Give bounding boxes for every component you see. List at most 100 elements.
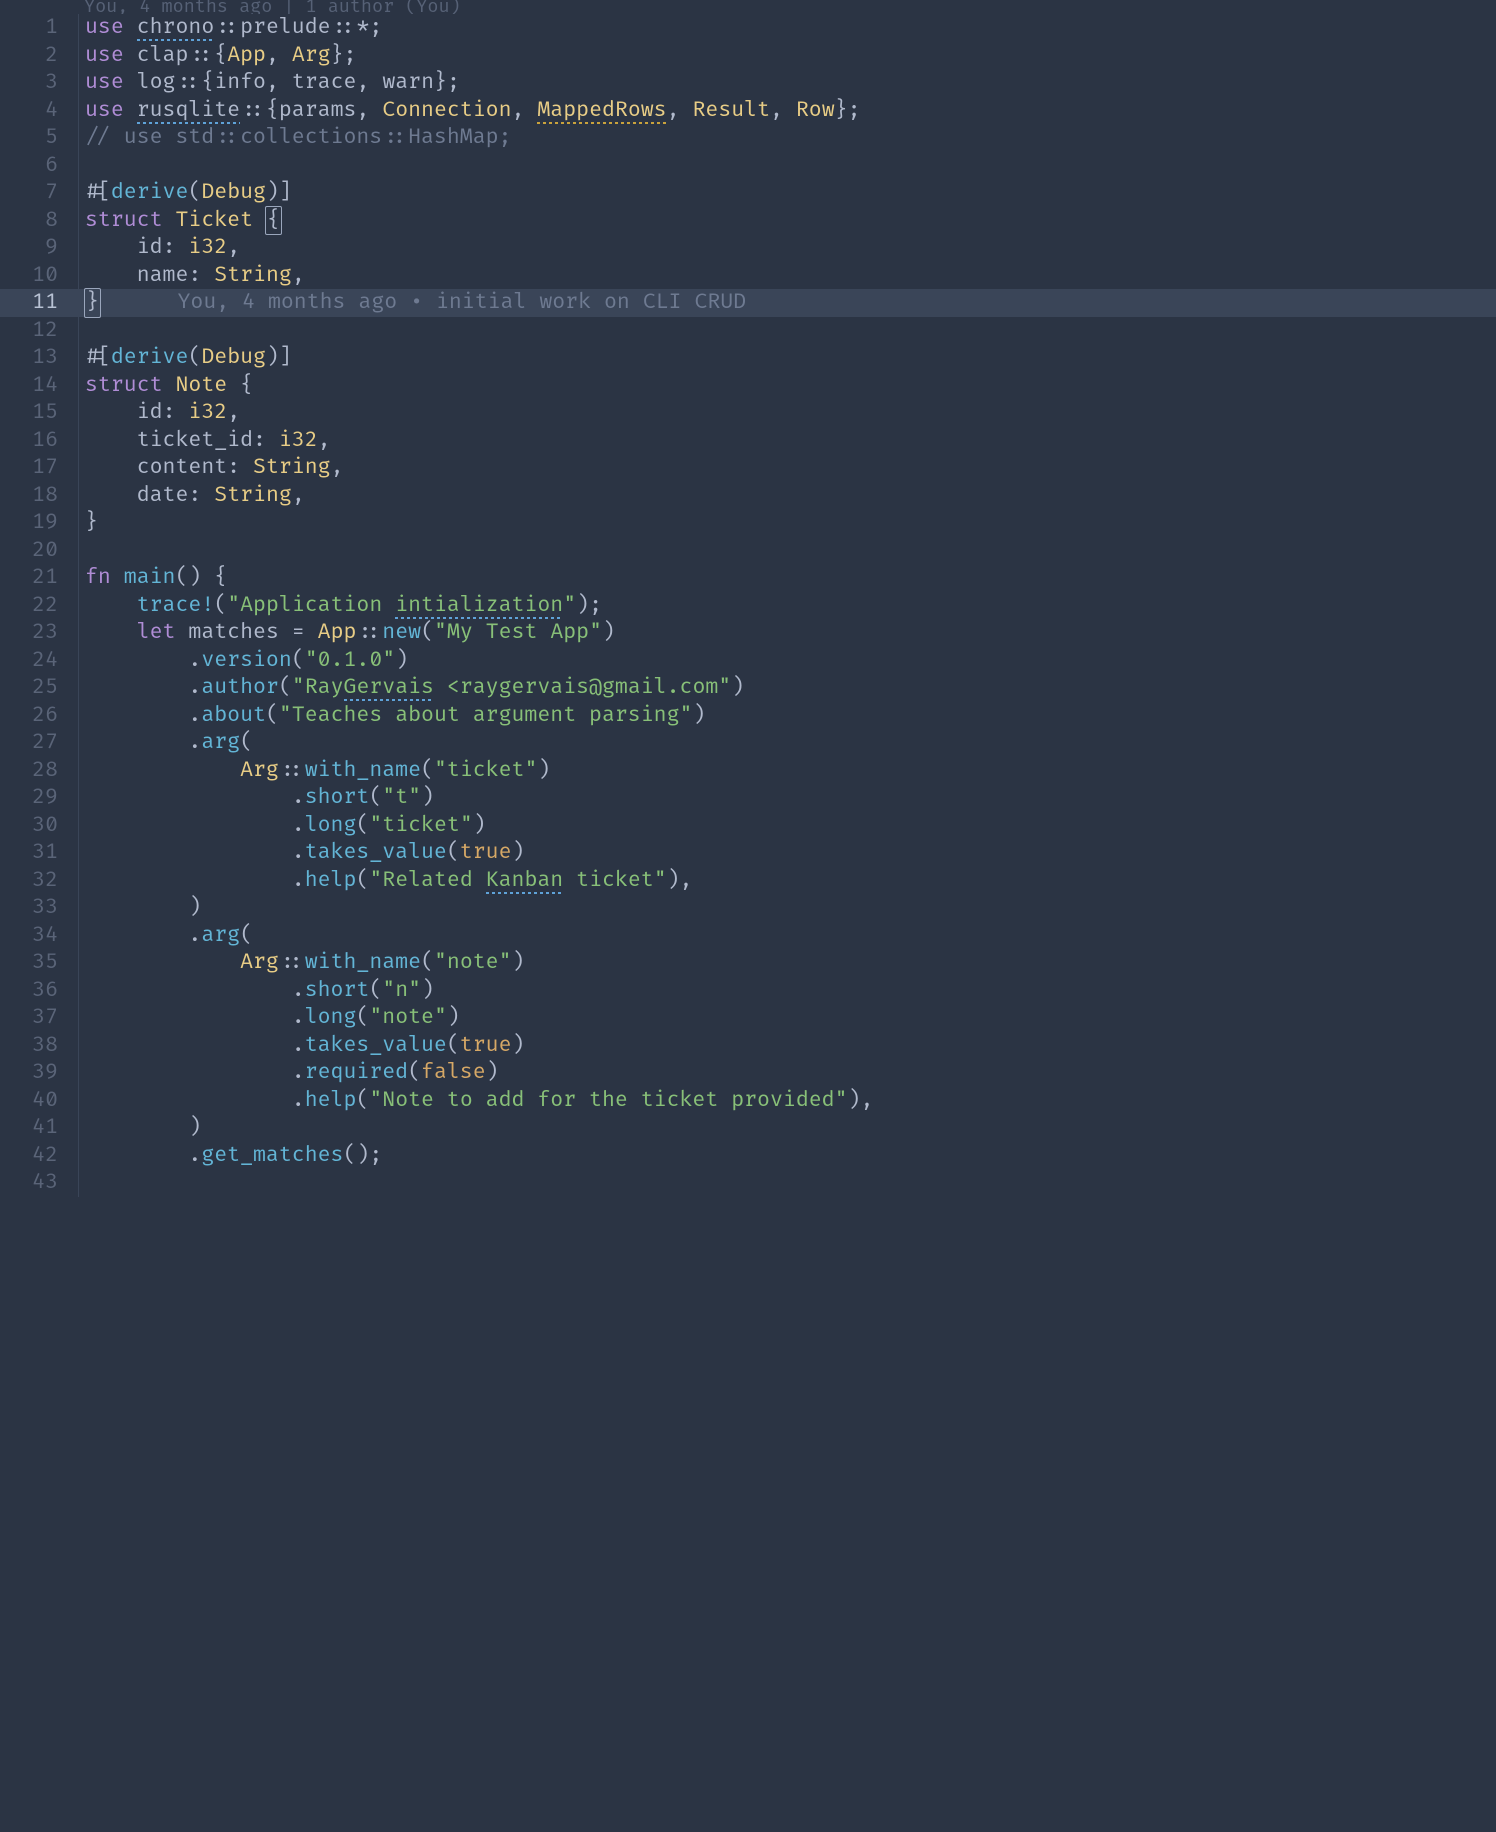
code-content[interactable]: struct Note {: [85, 372, 1496, 400]
code-line[interactable]: 6: [0, 152, 1496, 180]
code-line[interactable]: 38 .takes_value(true): [0, 1032, 1496, 1060]
code-line[interactable]: 37 .long("note"): [0, 1004, 1496, 1032]
code-line[interactable]: 1 use chrono::prelude::*;: [0, 14, 1496, 42]
code-content[interactable]: use rusqlite::{params, Connection, Mappe…: [85, 97, 1496, 125]
code-content[interactable]: .help("Note to add for the ticket provid…: [85, 1087, 1496, 1115]
folding-ruler[interactable]: [78, 234, 85, 262]
folding-ruler[interactable]: [78, 1142, 85, 1170]
code-line[interactable]: 3 use log::{info, trace, warn};: [0, 69, 1496, 97]
code-content[interactable]: // use std::collections::HashMap;: [85, 124, 1496, 152]
code-line[interactable]: 27 .arg(: [0, 729, 1496, 757]
code-content[interactable]: let matches = App::new("My Test App"): [85, 619, 1496, 647]
folding-ruler[interactable]: [78, 152, 85, 180]
code-content[interactable]: .author("RayGervais <raygervais@gmail.co…: [85, 674, 1496, 702]
folding-ruler[interactable]: [78, 1059, 85, 1087]
folding-ruler[interactable]: [78, 647, 85, 675]
folding-ruler[interactable]: [78, 1032, 85, 1060]
folding-ruler[interactable]: [78, 124, 85, 152]
code-content[interactable]: .arg(: [85, 729, 1496, 757]
folding-ruler[interactable]: [78, 317, 85, 345]
code-editor[interactable]: You, 4 months ago | 1 author (You) 1 use…: [0, 0, 1496, 1197]
folding-ruler[interactable]: [78, 949, 85, 977]
code-line[interactable]: 7 #[derive(Debug)]: [0, 179, 1496, 207]
folding-ruler[interactable]: [78, 537, 85, 565]
code-line[interactable]: 33 ): [0, 894, 1496, 922]
code-content[interactable]: ): [85, 894, 1496, 922]
folding-ruler[interactable]: [78, 1114, 85, 1142]
code-content[interactable]: .version("0.1.0"): [85, 647, 1496, 675]
folding-ruler[interactable]: [78, 784, 85, 812]
folding-ruler[interactable]: [78, 262, 85, 290]
folding-ruler[interactable]: [78, 977, 85, 1005]
code-line[interactable]: 32 .help("Related Kanban ticket"),: [0, 867, 1496, 895]
code-content[interactable]: .get_matches();: [85, 1142, 1496, 1170]
folding-ruler[interactable]: [78, 509, 85, 537]
code-content[interactable]: .arg(: [85, 922, 1496, 950]
folding-ruler[interactable]: [78, 867, 85, 895]
code-content[interactable]: } You, 4 months ago • initial work on CL…: [85, 288, 1496, 318]
folding-ruler[interactable]: [78, 894, 85, 922]
code-content[interactable]: .help("Related Kanban ticket"),: [85, 867, 1496, 895]
code-line[interactable]: 28 Arg::with_name("ticket"): [0, 757, 1496, 785]
code-content[interactable]: ticket_id: i32,: [85, 427, 1496, 455]
code-line[interactable]: 30 .long("ticket"): [0, 812, 1496, 840]
code-line[interactable]: 43: [0, 1169, 1496, 1197]
code-content[interactable]: struct Ticket {: [85, 206, 1496, 236]
code-content[interactable]: use clap::{App, Arg};: [85, 42, 1496, 70]
folding-ruler[interactable]: [78, 42, 85, 70]
code-content[interactable]: .long("ticket"): [85, 812, 1496, 840]
code-line[interactable]: 8 struct Ticket {: [0, 207, 1496, 235]
folding-ruler[interactable]: [78, 427, 85, 455]
code-line[interactable]: 34 .arg(: [0, 922, 1496, 950]
folding-ruler[interactable]: [78, 482, 85, 510]
code-content[interactable]: use chrono::prelude::*;: [85, 14, 1496, 42]
code-line[interactable]: 31 .takes_value(true): [0, 839, 1496, 867]
folding-ruler[interactable]: [78, 564, 85, 592]
folding-ruler[interactable]: [78, 69, 85, 97]
folding-ruler[interactable]: [78, 372, 85, 400]
code-content[interactable]: .short("n"): [85, 977, 1496, 1005]
code-line[interactable]: 17 content: String,: [0, 454, 1496, 482]
folding-ruler[interactable]: [78, 399, 85, 427]
code-line[interactable]: 4 use rusqlite::{params, Connection, Map…: [0, 97, 1496, 125]
code-line[interactable]: 9 id: i32,: [0, 234, 1496, 262]
code-content[interactable]: .long("note"): [85, 1004, 1496, 1032]
folding-ruler[interactable]: [78, 729, 85, 757]
code-content[interactable]: date: String,: [85, 482, 1496, 510]
code-line[interactable]: 2 use clap::{App, Arg};: [0, 42, 1496, 70]
folding-ruler[interactable]: [78, 1169, 85, 1197]
code-line[interactable]: 18 date: String,: [0, 482, 1496, 510]
code-line[interactable]: 26 .about("Teaches about argument parsin…: [0, 702, 1496, 730]
code-content[interactable]: name: String,: [85, 262, 1496, 290]
folding-ruler[interactable]: [78, 1004, 85, 1032]
code-line[interactable]: 24 .version("0.1.0"): [0, 647, 1496, 675]
folding-ruler[interactable]: [78, 14, 85, 42]
code-line-active[interactable]: 11 } You, 4 months ago • initial work on…: [0, 289, 1496, 317]
folding-ruler[interactable]: [78, 922, 85, 950]
code-line[interactable]: 14 struct Note {: [0, 372, 1496, 400]
code-line[interactable]: 41 ): [0, 1114, 1496, 1142]
code-line[interactable]: 20: [0, 537, 1496, 565]
code-line[interactable]: 36 .short("n"): [0, 977, 1496, 1005]
code-content[interactable]: #[derive(Debug)]: [85, 179, 1496, 207]
code-content[interactable]: }: [85, 509, 1496, 537]
code-line[interactable]: 35 Arg::with_name("note"): [0, 949, 1496, 977]
folding-ruler[interactable]: [78, 619, 85, 647]
code-lines[interactable]: 1 use chrono::prelude::*; 2 use clap::{A…: [0, 14, 1496, 1197]
code-content[interactable]: .short("t"): [85, 784, 1496, 812]
folding-ruler[interactable]: [78, 757, 85, 785]
folding-ruler[interactable]: [78, 179, 85, 207]
code-content[interactable]: .takes_value(true): [85, 839, 1496, 867]
code-content[interactable]: id: i32,: [85, 399, 1496, 427]
code-line[interactable]: 29 .short("t"): [0, 784, 1496, 812]
code-line[interactable]: 23 let matches = App::new("My Test App"): [0, 619, 1496, 647]
code-line[interactable]: 13 #[derive(Debug)]: [0, 344, 1496, 372]
code-content[interactable]: ): [85, 1114, 1496, 1142]
code-content[interactable]: fn main() {: [85, 564, 1496, 592]
code-content[interactable]: .required(false): [85, 1059, 1496, 1087]
folding-ruler[interactable]: [78, 702, 85, 730]
code-content[interactable]: Arg::with_name("note"): [85, 949, 1496, 977]
code-content[interactable]: id: i32,: [85, 234, 1496, 262]
folding-ruler[interactable]: [78, 674, 85, 702]
code-line[interactable]: 5 // use std::collections::HashMap;: [0, 124, 1496, 152]
